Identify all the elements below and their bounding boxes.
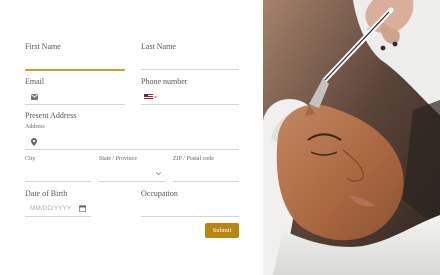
email-underline	[25, 104, 125, 105]
registration-form: First Name Last Name Email Phone number …	[0, 0, 263, 275]
last-name-label: Last Name	[141, 42, 176, 51]
zip-underline	[173, 181, 239, 182]
phone-underline	[141, 104, 239, 105]
state-underline	[99, 181, 165, 182]
facial-treatment-photo	[263, 0, 440, 275]
first-name-underline	[25, 69, 125, 71]
phone-label: Phone number	[141, 77, 188, 86]
zip-input[interactable]	[173, 167, 239, 181]
last-name-underline	[141, 69, 239, 70]
us-flag-icon[interactable]	[144, 94, 153, 100]
dob-placeholder: MM/DD/YYYY	[30, 205, 72, 212]
zip-label: ZIP / Postal code	[173, 156, 214, 162]
email-label: Email	[25, 77, 45, 86]
dob-label: Date of Birth	[25, 189, 68, 198]
location-pin-icon	[31, 138, 37, 146]
occupation-underline	[141, 216, 239, 217]
occupation-input[interactable]	[141, 202, 239, 216]
address-underline	[25, 149, 239, 150]
envelope-icon	[31, 94, 38, 100]
city-label: City	[25, 156, 36, 162]
city-input[interactable]	[25, 167, 91, 181]
state-label: State / Province	[99, 156, 137, 162]
submit-button[interactable]: Submit	[205, 223, 239, 238]
first-name-input[interactable]	[25, 55, 125, 69]
first-name-label: First Name	[25, 42, 61, 51]
chevron-down-icon	[156, 172, 161, 175]
last-name-input[interactable]	[141, 55, 239, 69]
email-input[interactable]	[25, 90, 125, 104]
present-address-heading: Present Address	[25, 111, 77, 120]
dob-underline	[25, 216, 91, 217]
occupation-label: Occupation	[141, 189, 178, 198]
address-label: Address	[25, 124, 45, 130]
city-underline	[25, 181, 91, 182]
calendar-icon[interactable]	[79, 205, 86, 212]
address-input[interactable]	[25, 135, 239, 149]
country-dropdown-caret-icon	[154, 96, 157, 98]
